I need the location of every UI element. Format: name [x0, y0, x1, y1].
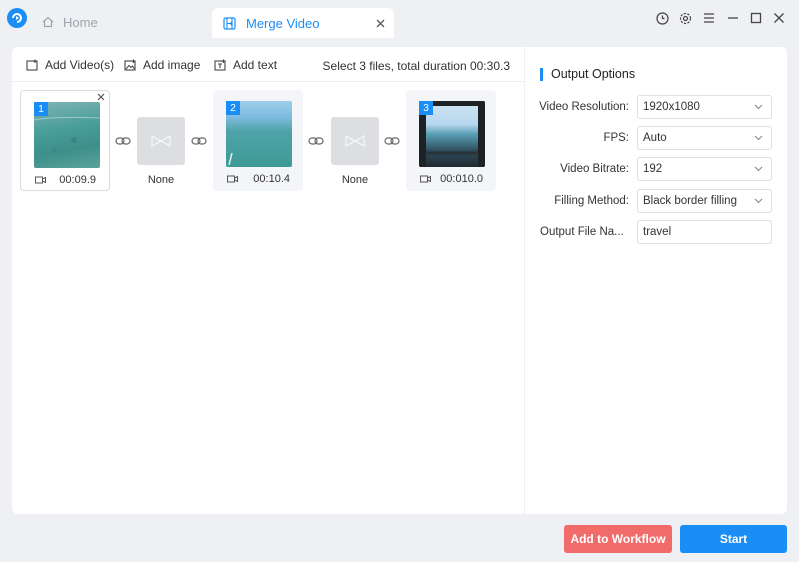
- fps-value: Auto: [643, 132, 667, 144]
- filling-method-select[interactable]: Black border filling: [637, 189, 772, 213]
- add-to-workflow-button[interactable]: Add to Workflow: [564, 525, 672, 553]
- clip-duration-3: 00:010.0: [440, 173, 483, 185]
- add-image-button[interactable]: Add image: [124, 58, 200, 72]
- start-button[interactable]: Start: [680, 525, 787, 553]
- filling-method-value: Black border filling: [643, 195, 737, 207]
- output-filename-input[interactable]: travel: [637, 220, 772, 244]
- video-camera-icon: [227, 175, 238, 183]
- video-camera-icon: [35, 176, 46, 184]
- menu-icon[interactable]: [701, 10, 717, 26]
- link-icon: [191, 136, 207, 146]
- title-bar: Home Merge Video: [0, 0, 799, 38]
- chevron-down-icon: [754, 166, 763, 172]
- minimize-icon[interactable]: [725, 10, 741, 26]
- video-bitrate-label: Video Bitrate:: [560, 163, 629, 175]
- clip-number-3: 3: [419, 101, 433, 115]
- output-filename-row: Output File Na... travel: [525, 220, 787, 244]
- toolbar: Add Video(s) Add image Add text Select 3…: [12, 47, 524, 82]
- transition-icon: [151, 135, 171, 147]
- video-bitrate-select[interactable]: 192: [637, 157, 772, 181]
- gear-icon[interactable]: [677, 10, 693, 26]
- output-options-title: Output Options: [540, 67, 635, 81]
- tab-home[interactable]: Home: [36, 8, 104, 36]
- filling-method-label: Filling Method:: [554, 195, 629, 207]
- add-image-icon: [124, 59, 143, 71]
- fps-select[interactable]: Auto: [637, 126, 772, 150]
- close-window-icon[interactable]: [771, 10, 787, 26]
- merge-video-icon: [223, 16, 236, 30]
- video-resolution-row: Video Resolution: 1920x1080: [525, 95, 787, 119]
- filling-method-row: Filling Method: Black border filling: [525, 189, 787, 213]
- tab-merge-video[interactable]: Merge Video: [212, 8, 394, 38]
- video-resolution-select[interactable]: 1920x1080: [637, 95, 772, 119]
- home-icon: [42, 16, 63, 28]
- add-text-icon: [214, 59, 233, 71]
- section-accent-bar: [540, 67, 543, 81]
- add-text-button[interactable]: Add text: [214, 58, 277, 72]
- app-logo-icon: [7, 8, 27, 28]
- clock-icon[interactable]: [654, 10, 670, 26]
- fps-label: FPS:: [603, 132, 629, 144]
- clip-card-3[interactable]: 3 00:010.0: [406, 90, 496, 191]
- link-icon: [384, 136, 400, 146]
- clip-card-1[interactable]: 1 00:09.9: [20, 90, 110, 191]
- output-filename-value: travel: [643, 226, 672, 238]
- clip-number-2: 2: [226, 101, 240, 115]
- clip-duration-2: 00:10.4: [253, 173, 290, 185]
- add-videos-button[interactable]: Add Video(s): [26, 58, 114, 72]
- transition-label-2: None: [341, 174, 369, 186]
- remove-clip-icon[interactable]: [96, 92, 106, 102]
- transition-1[interactable]: [137, 117, 185, 165]
- chevron-down-icon: [754, 198, 763, 204]
- fps-row: FPS: Auto: [525, 126, 787, 150]
- video-resolution-label: Video Resolution:: [539, 101, 629, 113]
- maximize-icon[interactable]: [748, 10, 764, 26]
- chevron-down-icon: [754, 104, 763, 110]
- close-icon[interactable]: [374, 17, 386, 29]
- transition-label-1: None: [147, 174, 175, 186]
- add-video-icon: [26, 59, 45, 71]
- clip-duration-1: 00:09.9: [59, 174, 96, 186]
- link-icon: [115, 136, 131, 146]
- chevron-down-icon: [754, 135, 763, 141]
- transition-2[interactable]: [331, 117, 379, 165]
- tab-home-label: Home: [63, 14, 98, 30]
- add-videos-label: Add Video(s): [45, 58, 115, 72]
- tab-merge-label: Merge Video: [246, 15, 320, 31]
- output-options-panel: Output Options Video Resolution: 1920x10…: [525, 47, 787, 514]
- output-options-title-text: Output Options: [551, 67, 636, 81]
- video-camera-icon: [420, 175, 431, 183]
- add-image-label: Add image: [143, 58, 201, 72]
- selection-summary: Select 3 files, total duration 00:30.3: [322, 59, 510, 73]
- link-icon: [308, 136, 324, 146]
- clip-card-2[interactable]: 2 00:10.4: [213, 90, 303, 191]
- add-text-label: Add text: [233, 58, 278, 72]
- clip-panel: Add Video(s) Add image Add text Select 3…: [12, 47, 524, 514]
- output-filename-label: Output File Na...: [540, 226, 624, 238]
- video-resolution-value: 1920x1080: [643, 101, 700, 113]
- video-bitrate-row: Video Bitrate: 192: [525, 157, 787, 181]
- clip-number-1: 1: [34, 102, 48, 116]
- video-bitrate-value: 192: [643, 163, 663, 175]
- transition-icon: [345, 135, 365, 147]
